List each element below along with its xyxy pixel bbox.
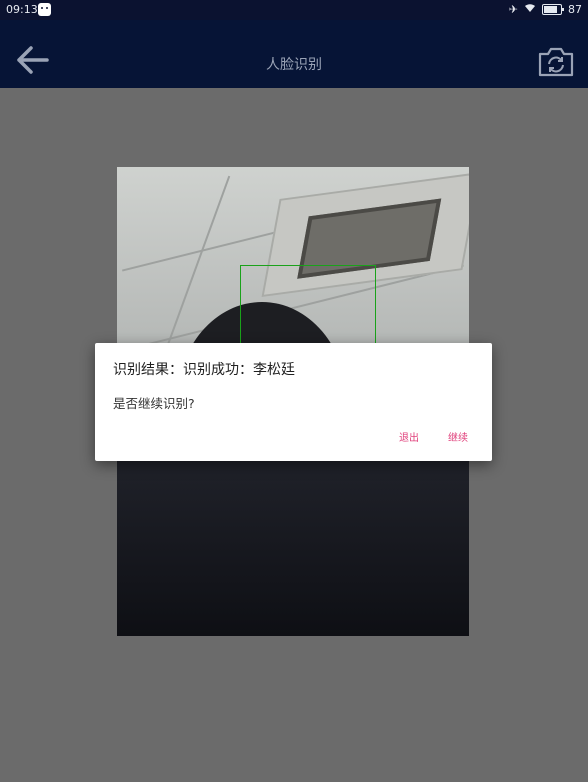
dialog-message: 是否继续识别? [113,396,195,411]
page-title: 人脸识别 [266,57,322,73]
exit-button[interactable]: 退出 [399,429,419,444]
toolbar: 人脸识别 [0,20,588,88]
status-bar: 09:13 ✈ 87 [0,0,588,20]
switch-camera-button[interactable] [534,44,578,84]
airplane-icon: ✈ [508,3,518,16]
battery-level: 87 [568,3,582,16]
continue-button[interactable]: 继续 [448,429,468,444]
result-dialog: 识别结果：识别成功：李松廷 是否继续识别? 退出 继续 [95,343,492,461]
camera-switch-icon [537,46,575,82]
status-time: 09:13 [6,3,38,16]
wifi-icon [524,3,536,16]
status-indicators: ✈ 87 [509,3,582,16]
app-notification-icon [38,3,51,16]
battery-icon [542,4,564,15]
dialog-title: 识别结果：识别成功：李松廷 [113,362,295,378]
